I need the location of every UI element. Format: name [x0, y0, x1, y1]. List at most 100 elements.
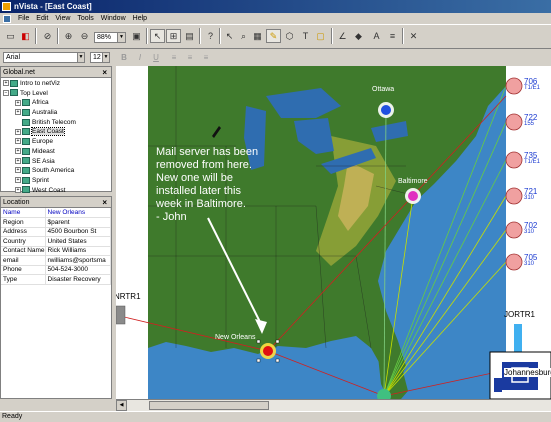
layout-icon[interactable]: ▤ — [182, 29, 197, 43]
select-tool-icon[interactable]: ↖ — [150, 29, 165, 43]
property-value[interactable]: 4500 Bourbon St — [45, 227, 112, 237]
node-icon[interactable]: ⬡ — [282, 29, 297, 43]
align-left-icon[interactable]: ≡ — [168, 52, 180, 63]
router-nrtr1[interactable] — [116, 305, 126, 325]
table-row[interactable]: Region $parent — [1, 217, 112, 228]
fill-color-icon[interactable]: ◆ — [351, 29, 366, 43]
node-ottawa[interactable] — [378, 102, 394, 118]
expand-icon[interactable]: + — [15, 99, 21, 106]
expand-icon[interactable]: + — [15, 157, 21, 164]
tree-item[interactable]: + South America — [3, 166, 111, 176]
circuit-706[interactable] — [505, 77, 523, 95]
underline-button[interactable]: U — [150, 52, 162, 63]
circuit-721[interactable] — [505, 187, 523, 205]
chevron-down-icon[interactable]: ▼ — [117, 33, 125, 42]
property-value[interactable]: United States — [45, 236, 112, 247]
table-row[interactable]: email rwilliams@sportsma — [1, 255, 112, 266]
note-icon[interactable]: ▢ — [313, 29, 328, 43]
help-icon[interactable]: ? — [203, 29, 218, 43]
image-icon[interactable]: ▦ — [250, 29, 265, 43]
property-value[interactable]: rwilliams@sportsma — [45, 255, 112, 266]
scroll-left-icon[interactable]: ◀ — [116, 400, 127, 411]
pointer-icon[interactable]: ↖ — [222, 29, 237, 43]
font-select[interactable]: Arial ▼ — [3, 52, 85, 63]
tree-item[interactable]: + Intro to netViz — [3, 79, 111, 89]
table-row[interactable]: Name New Orleans — [1, 208, 112, 218]
align-right-icon[interactable]: ≡ — [200, 52, 212, 63]
tree-item[interactable]: + Sprint — [3, 176, 111, 186]
annotation-line: week in Baltimore. — [156, 198, 246, 210]
status-text: Ready — [2, 413, 23, 420]
expand-icon[interactable]: + — [15, 167, 21, 174]
italic-button[interactable]: I — [134, 52, 146, 63]
font-size-select[interactable]: 12 ▼ — [90, 52, 110, 63]
tree-item[interactable]: − Top Level — [3, 89, 111, 99]
search-icon[interactable]: ⌕ — [236, 29, 251, 43]
menu-view[interactable]: View — [55, 15, 70, 22]
expand-icon[interactable]: + — [15, 138, 21, 145]
map-icon — [22, 108, 30, 116]
close-icon[interactable]: × — [102, 197, 107, 208]
font-color-icon[interactable]: A — [369, 29, 384, 43]
line-style-icon[interactable]: ≡ — [385, 29, 400, 43]
expand-icon[interactable]: + — [15, 186, 21, 193]
menu-window[interactable]: Window — [101, 15, 126, 22]
chevron-down-icon[interactable]: ▼ — [102, 53, 109, 62]
menu-tools[interactable]: Tools — [77, 15, 93, 22]
expand-icon[interactable]: + — [15, 128, 21, 135]
align-center-icon[interactable]: ≡ — [184, 52, 196, 63]
menu-edit[interactable]: Edit — [36, 15, 48, 22]
zoom-in-icon[interactable]: ⊕ — [61, 29, 76, 43]
new-icon[interactable]: ▭ — [3, 29, 18, 43]
zoom-select[interactable]: 88% ▼ — [94, 32, 126, 43]
close-icon[interactable]: ✕ — [406, 29, 421, 43]
tree-item[interactable]: British Telecom — [3, 118, 111, 128]
table-row[interactable]: Phone 504-524-3000 — [1, 265, 112, 275]
pencil-icon[interactable]: ✎ — [266, 29, 281, 43]
line-color-icon[interactable]: ∠ — [335, 29, 350, 43]
bold-button[interactable]: B — [118, 52, 130, 63]
close-icon[interactable]: × — [102, 67, 107, 78]
tree-item[interactable]: + West Coast — [3, 186, 111, 196]
table-row[interactable]: Country United States — [1, 236, 112, 247]
tree-item[interactable]: + East Coast — [3, 127, 111, 137]
menu-help[interactable]: Help — [133, 15, 147, 22]
property-value[interactable]: Disaster Recovery — [45, 274, 112, 285]
circuit-705[interactable] — [505, 253, 523, 271]
tree-item[interactable]: + SE Asia — [3, 157, 111, 167]
menu-file[interactable]: File — [18, 15, 29, 22]
collapse-icon[interactable]: − — [3, 89, 9, 96]
text-tool-icon[interactable]: T — [298, 29, 313, 43]
expand-icon[interactable]: + — [15, 109, 21, 116]
zoom-out-icon[interactable]: ⊖ — [77, 29, 92, 43]
property-value[interactable]: Rick Williams — [45, 246, 112, 256]
table-row[interactable]: Type Disaster Recovery — [1, 274, 112, 285]
document-icon[interactable] — [3, 14, 11, 23]
horizontal-scrollbar[interactable]: ◀ — [116, 399, 551, 411]
scroll-thumb[interactable] — [149, 401, 269, 410]
tree-item[interactable]: + Australia — [3, 108, 111, 118]
grid-icon[interactable]: ⊞ — [166, 29, 181, 43]
fit-icon[interactable]: ▣ — [129, 29, 144, 43]
expand-icon[interactable]: + — [3, 80, 9, 87]
circuit-735[interactable] — [505, 151, 523, 169]
expand-icon[interactable]: + — [15, 148, 21, 155]
table-row[interactable]: Address 4500 Bourbon St — [1, 227, 112, 237]
annotation-note[interactable]: Mail server has been removed from here. … — [156, 146, 258, 224]
table-row[interactable]: Contact Name Rick Williams — [1, 246, 112, 256]
property-value[interactable]: $parent — [45, 217, 112, 228]
circuit-722[interactable] — [505, 113, 523, 131]
expand-icon[interactable]: + — [15, 177, 21, 184]
open-icon[interactable]: ◧ — [18, 29, 33, 43]
tree-item[interactable]: + Africa — [3, 98, 111, 108]
tree-item[interactable]: + Mideast — [3, 147, 111, 157]
property-value[interactable]: 504-524-3000 — [45, 265, 112, 275]
tree-item[interactable]: + Europe — [3, 137, 111, 147]
link-icon[interactable]: ⊘ — [40, 29, 55, 43]
circuit-702[interactable] — [505, 221, 523, 239]
property-value[interactable]: New Orleans — [45, 208, 112, 218]
map-canvas[interactable]: Mail server has been removed from here. … — [116, 66, 551, 399]
node-baltimore[interactable] — [405, 188, 421, 204]
window-title: nVista - [East Coast] — [14, 2, 92, 11]
chevron-down-icon[interactable]: ▼ — [77, 53, 84, 62]
